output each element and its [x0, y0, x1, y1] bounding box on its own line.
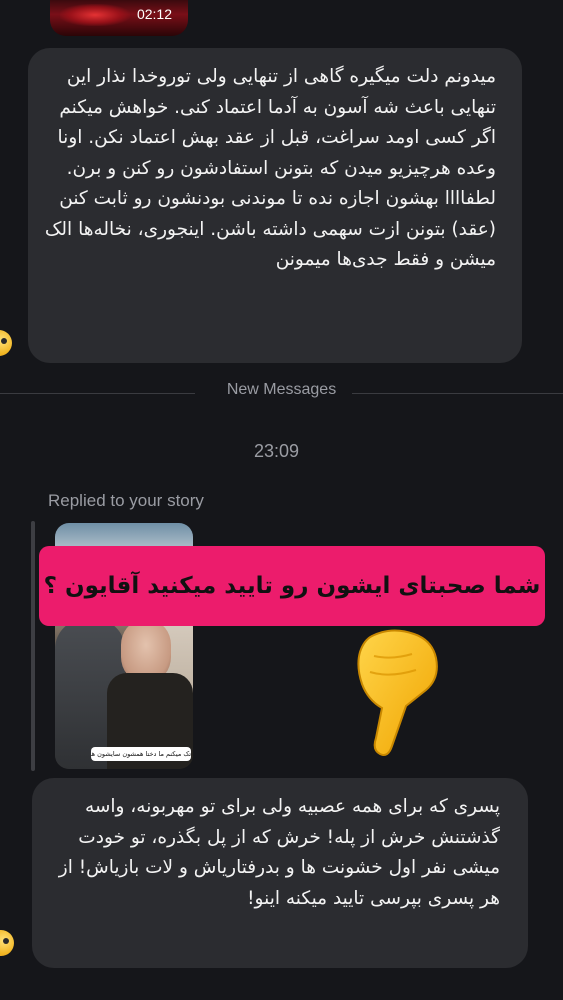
message-timestamp: 23:09 — [253, 441, 300, 461]
media-duration: 02:12 — [136, 6, 172, 22]
message-bubble-2[interactable]: پسری که برای همه عصبیه ولی برای تو مهربو… — [32, 778, 528, 968]
avatar-icon[interactable] — [0, 930, 14, 956]
story-person-face — [121, 621, 171, 681]
previous-media-thumbnail[interactable]: 02:12 — [50, 0, 188, 36]
story-caption: تک میکنم ما دختا همشون سایشون هستن — [91, 747, 191, 761]
story-question-text: شما صحبتای ایشون رو تایید میکنید آقایون … — [43, 573, 541, 599]
avatar-detail — [1, 338, 7, 344]
story-question-banner: شما صحبتای ایشون رو تایید میکنید آقایون … — [39, 546, 545, 626]
message-bubble-1[interactable]: میدونم دلت میگیره گاهی از تنهایی ولی تور… — [28, 48, 522, 363]
avatar-detail — [3, 938, 9, 944]
replied-to-story-label: Replied to your story — [48, 491, 204, 510]
avatar-icon[interactable] — [0, 330, 12, 356]
new-messages-divider: New Messages — [226, 381, 337, 398]
reply-quote-bar — [31, 521, 35, 771]
message-2-text: پسری که برای همه عصبیه ولی برای تو مهربو… — [58, 796, 500, 909]
thumbnail-image — [60, 4, 130, 26]
pointing-down-hand-emoji — [352, 626, 442, 761]
message-1-text: میدونم دلت میگیره گاهی از تنهایی ولی تور… — [44, 66, 496, 270]
